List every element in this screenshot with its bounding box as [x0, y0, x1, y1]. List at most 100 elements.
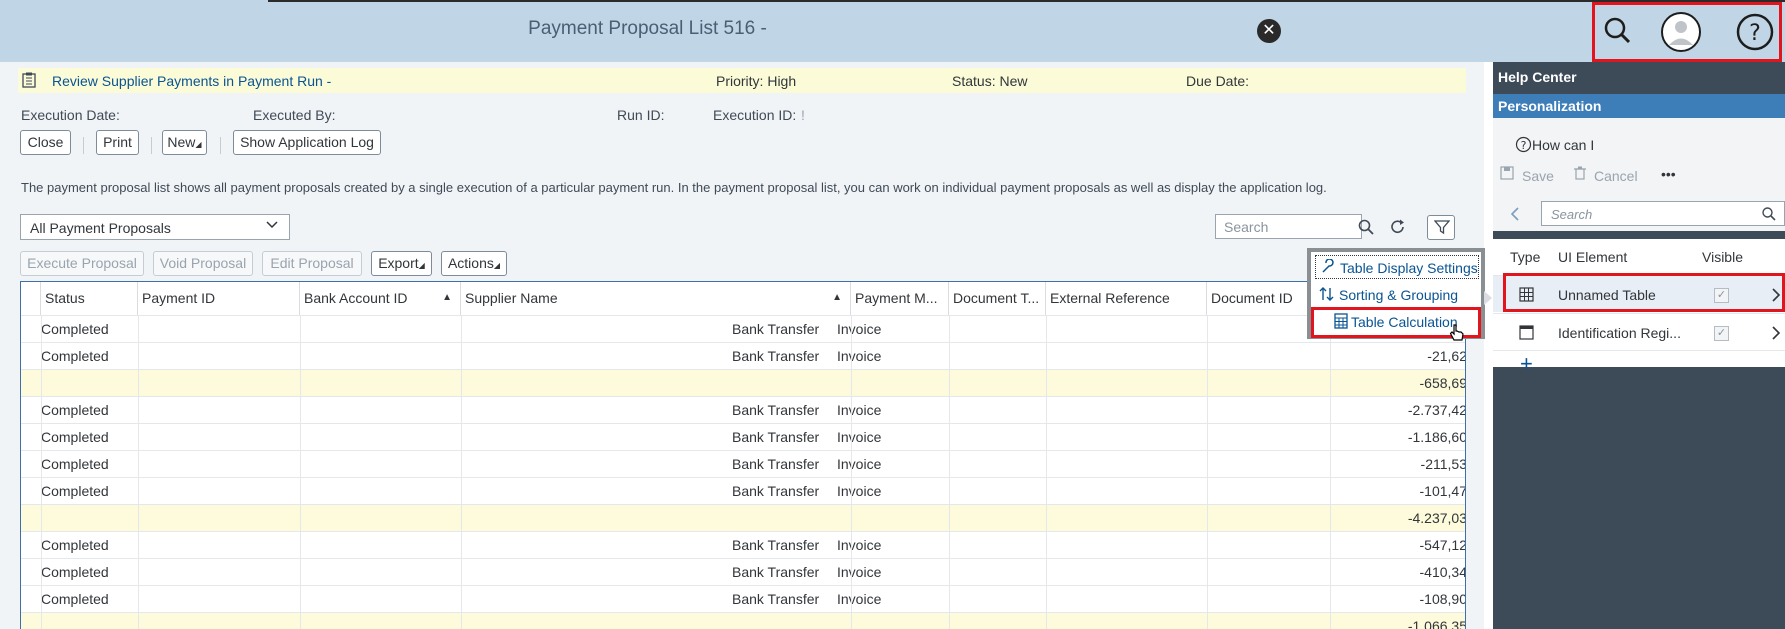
export-button[interactable]: Export◢ — [371, 251, 432, 276]
window-icon — [1519, 325, 1534, 343]
pane-row-identification-region[interactable]: Identification Regi... ✓ — [1493, 313, 1785, 350]
toolbar-separator — [83, 137, 84, 154]
pane-search-input[interactable]: Search — [1541, 201, 1785, 226]
edit-proposal-button[interactable]: Edit Proposal — [262, 251, 362, 276]
actions-button[interactable]: Actions◢ — [441, 251, 507, 276]
column-header-payment-id[interactable]: Payment ID — [138, 282, 300, 315]
search-icon[interactable] — [1598, 12, 1638, 52]
status-cell: Completed — [41, 348, 109, 364]
chevron-right-icon[interactable] — [1771, 325, 1781, 344]
menu-arrow-icon — [1484, 291, 1493, 310]
amount-cell: -108,90 — [1419, 591, 1466, 607]
menu-item-label: Table Calculation — [1351, 314, 1458, 330]
page-title: Payment Proposal List 516 - — [528, 18, 767, 39]
amount-cell: -21,62 — [1427, 348, 1466, 364]
executed-by-label: Executed By: — [253, 107, 336, 123]
document-type-cell: Invoice — [837, 402, 882, 418]
payment-proposals-table: Status Payment ID Bank Account ID ▲ Supp… — [20, 281, 1466, 629]
svg-text:?: ? — [1749, 21, 1761, 46]
column-header-external-reference[interactable]: External Reference — [1046, 282, 1207, 315]
help-icon[interactable]: ? — [1735, 12, 1775, 52]
table-search-input[interactable]: Search — [1215, 214, 1362, 239]
execute-proposal-button[interactable]: Execute Proposal — [20, 251, 144, 276]
table-row[interactable]: Completed Bank Transfer Invoice -1.186,60 — [21, 423, 1466, 450]
document-type-cell: Invoice — [837, 456, 882, 472]
pane-search-placeholder: Search — [1551, 207, 1593, 222]
amount-cell: -1.066,35 — [1407, 618, 1466, 629]
column-divider — [41, 315, 42, 629]
amount-cell: -1.186,60 — [1407, 429, 1466, 445]
menu-item-label: Sorting & Grouping — [1339, 287, 1459, 303]
column-header-type: Type — [1510, 249, 1541, 265]
payment-method-cell: Bank Transfer — [732, 483, 820, 499]
how-can-i-link[interactable]: How can I — [1532, 137, 1594, 153]
back-chevron-icon[interactable] — [1509, 206, 1521, 227]
personalization-header[interactable]: Personalization — [1493, 94, 1785, 118]
help-question-icon: ? — [1515, 136, 1532, 158]
payment-method-cell: Bank Transfer — [732, 456, 820, 472]
task-link[interactable]: Review Supplier Payments in Payment Run … — [52, 73, 331, 89]
table-row-subtotal[interactable]: -658,69 — [21, 369, 1466, 396]
amount-cell: -658,69 — [1419, 375, 1466, 391]
table-row-subtotal[interactable]: -4.237,03 — [21, 504, 1465, 531]
table-row[interactable]: Completed Bank Transfer Invoice -2.737,42 — [21, 396, 1465, 423]
column-header-payment-method[interactable]: Payment M... — [851, 282, 949, 315]
print-button[interactable]: Print — [96, 130, 139, 155]
table-header-selector[interactable] — [21, 282, 41, 315]
table-row[interactable]: Completed Bank Transfer Invoice -101,47 — [21, 477, 1465, 504]
calculator-icon — [1333, 313, 1349, 329]
save-button[interactable]: Save — [1522, 168, 1554, 184]
document-type-cell: Invoice — [837, 429, 882, 445]
column-divider — [851, 315, 852, 629]
void-proposal-button[interactable]: Void Proposal — [153, 251, 253, 276]
table-row[interactable]: Completed Bank Transfer Invoice -108,90 — [21, 585, 1466, 612]
user-avatar-icon[interactable] — [1661, 12, 1701, 52]
execution-id-label: Execution ID: — [713, 107, 797, 123]
menu-item-sorting-grouping[interactable]: Sorting & Grouping — [1315, 283, 1479, 307]
column-divider — [461, 315, 462, 629]
sort-icon: ▲ — [832, 292, 842, 303]
task-due-date: Due Date: — [1186, 73, 1250, 89]
amount-cell: -211,53 — [1420, 456, 1466, 472]
status-cell: Completed — [41, 456, 109, 472]
more-options-button[interactable]: ••• — [1661, 166, 1676, 182]
close-icon[interactable]: ✕ — [1257, 19, 1281, 43]
filter-button[interactable] — [1427, 215, 1455, 240]
wrench-icon — [1320, 258, 1336, 275]
refresh-icon[interactable] — [1389, 218, 1407, 241]
column-header-supplier-name[interactable]: Supplier Name ▲ — [461, 282, 851, 315]
show-application-log-button[interactable]: Show Application Log — [233, 130, 381, 155]
column-header-bank-account-id-label: Bank Account ID — [304, 290, 408, 306]
new-button-label: New — [167, 134, 196, 150]
payment-method-cell: Bank Transfer — [732, 591, 820, 607]
search-icon[interactable] — [1761, 206, 1777, 227]
visible-checkbox[interactable]: ✓ — [1714, 326, 1729, 341]
column-divider — [138, 315, 139, 629]
table-row[interactable]: Completed Bank Transfer Invoice -211,53 — [21, 450, 1466, 477]
search-icon[interactable] — [1357, 218, 1375, 241]
table-row[interactable]: Completed Bank Transfer Invoice — [21, 315, 1465, 342]
variant-select[interactable]: All Payment Proposals — [20, 214, 290, 240]
toolbar-separator — [220, 137, 221, 154]
menu-item-table-display-settings[interactable]: Table Display Settings — [1315, 255, 1479, 279]
column-header-document-type[interactable]: Document T... — [949, 282, 1046, 315]
payment-method-cell: Bank Transfer — [732, 321, 820, 337]
hand-cursor-icon — [1449, 323, 1465, 348]
table-row[interactable]: Completed Bank Transfer Invoice -547,12 — [21, 531, 1465, 558]
header-top-border — [268, 0, 1785, 2]
status-cell: Completed — [41, 321, 109, 337]
add-element-button[interactable]: + — [1520, 351, 1533, 377]
cancel-button[interactable]: Cancel — [1594, 168, 1638, 184]
column-header-bank-account-id[interactable]: Bank Account ID ▲ — [300, 282, 461, 315]
new-button[interactable]: New◢ — [162, 130, 207, 155]
menu-item-label: Table Display Settings — [1340, 260, 1478, 276]
task-bar: Review Supplier Payments in Payment Run … — [18, 68, 1466, 93]
table-row[interactable]: Completed Bank Transfer Invoice -410,34 — [21, 558, 1465, 585]
column-header-ui-element: UI Element — [1558, 249, 1628, 265]
execution-id-value: ! — [801, 107, 805, 123]
close-button[interactable]: Close — [20, 130, 71, 155]
table-row[interactable]: Completed Bank Transfer Invoice -21,62 — [21, 342, 1466, 369]
payment-method-cell: Bank Transfer — [732, 429, 820, 445]
column-header-status[interactable]: Status — [41, 282, 138, 315]
table-row-subtotal[interactable]: -1.066,35 — [21, 612, 1466, 629]
